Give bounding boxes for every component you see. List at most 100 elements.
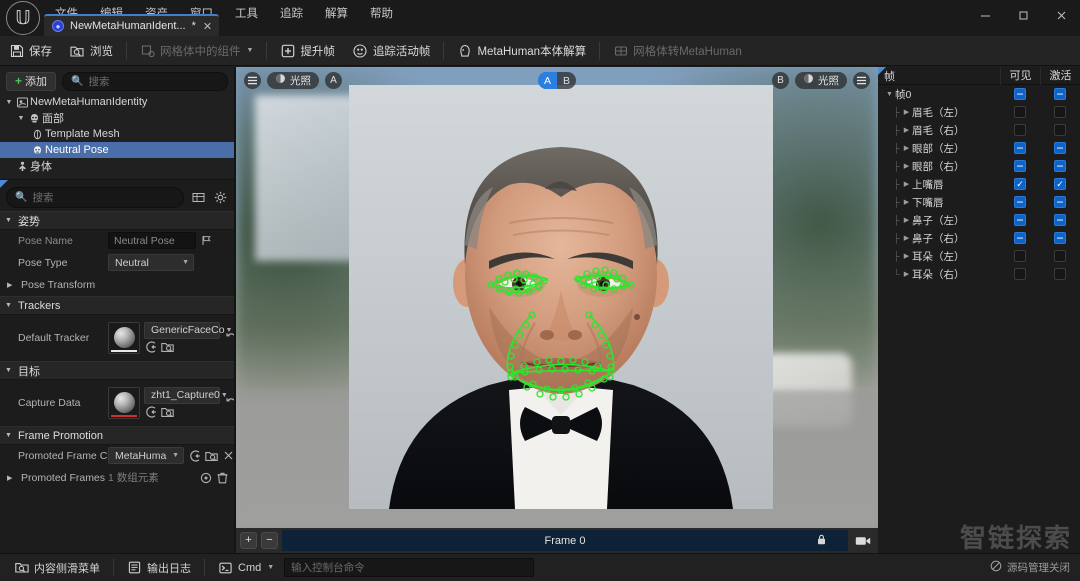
visible-cell[interactable]: ✓ (1000, 178, 1040, 190)
section-header-frame-promotion[interactable]: ▼ Frame Promotion (0, 426, 234, 445)
active-cell[interactable]: − (1040, 88, 1080, 100)
active-cell[interactable] (1040, 268, 1080, 280)
visible-checkbox[interactable]: − (1014, 160, 1026, 172)
active-checkbox[interactable] (1054, 268, 1066, 280)
visible-cell[interactable]: − (1000, 142, 1040, 154)
lighting-toggle-right[interactable]: 光照 (795, 71, 847, 89)
pose-name-field[interactable]: Neutral Pose (108, 232, 196, 249)
toolbar-browse-button[interactable]: 浏览 (61, 39, 122, 63)
section-header-target[interactable]: ▼ 目标 (0, 361, 234, 380)
frames-row-lower-lip[interactable]: ├ ▶ 下嘴唇 − − (878, 193, 1080, 211)
toolbar-metahuman-solve-button[interactable]: MetaHuman本体解算 (448, 39, 595, 63)
expand-arrow-icon[interactable]: ▼ (3, 99, 15, 106)
expand-arrow-icon[interactable]: ▶ (901, 234, 912, 242)
tab-newmetahumanidentity[interactable]: ● NewMetaHumanIdent... * ✕ (44, 14, 220, 36)
active-checkbox[interactable]: − (1054, 88, 1066, 100)
frames-row-frame0[interactable]: ▼ 帧0 − − (878, 85, 1080, 103)
visible-checkbox[interactable] (1014, 268, 1026, 280)
outliner-search-input[interactable]: 🔍 搜索 (62, 71, 228, 91)
zoom-out-button[interactable]: − (261, 532, 278, 549)
ab-view-toggle[interactable]: A B (538, 72, 576, 89)
active-cell[interactable]: − (1040, 160, 1080, 172)
expand-arrow-icon[interactable]: ▶ (901, 252, 912, 260)
frames-row-nose-left[interactable]: ├ ▶ 鼻子（左） − − (878, 211, 1080, 229)
visible-cell[interactable] (1000, 106, 1040, 118)
expand-arrow-icon[interactable]: ▶ (901, 108, 912, 116)
capture-frame-image[interactable] (349, 85, 773, 509)
menu-tracking[interactable]: 追踪 (269, 2, 314, 24)
browse-to-asset-icon[interactable] (161, 406, 174, 419)
source-control-status[interactable]: 源码管理关闭 (990, 560, 1074, 575)
browse-to-asset-icon[interactable] (161, 341, 174, 354)
visible-cell[interactable] (1000, 250, 1040, 262)
section-header-pose[interactable]: ▼ 姿势 (0, 211, 234, 230)
tab-close-icon[interactable]: ✕ (202, 20, 212, 33)
visible-cell[interactable] (1000, 124, 1040, 136)
frames-row-eye-left[interactable]: ├ ▶ 眼部（左） − − (878, 139, 1080, 157)
viewport-view-a-badge[interactable]: A (325, 71, 342, 89)
promoted-frame-class-combobox[interactable]: MetaHuma ▼ (108, 447, 184, 464)
frames-row-upper-lip[interactable]: ├ ▶ 上嘴唇 ✓ ✓ (878, 175, 1080, 193)
section-header-trackers[interactable]: ▼ Trackers (0, 296, 234, 315)
active-cell[interactable]: − (1040, 142, 1080, 154)
active-checkbox[interactable]: ✓ (1054, 178, 1066, 190)
expand-arrow-icon[interactable]: ▶ (901, 216, 912, 224)
expand-arrow-icon[interactable]: ▶ (901, 162, 912, 170)
expand-arrow-icon[interactable]: ▼ (15, 115, 27, 122)
toolbar-components-in-mesh-button[interactable]: 网格体中的组件 ▼ (131, 39, 262, 63)
expand-arrow-icon[interactable]: ▶ (901, 144, 912, 152)
minimize-button[interactable] (966, 0, 1004, 30)
use-selected-asset-icon[interactable] (188, 449, 201, 462)
menu-help[interactable]: 帮助 (359, 2, 404, 24)
viewport-canvas[interactable]: 光照 A B 光照 A B (236, 67, 878, 528)
identity-viewport[interactable]: 光照 A B 光照 A B + − Frame 0 (236, 67, 878, 553)
toolbar-save-button[interactable]: 保存 (0, 39, 61, 63)
face-tracking-contours[interactable] (349, 85, 773, 509)
active-checkbox[interactable] (1054, 106, 1066, 118)
flag-icon[interactable] (200, 234, 213, 247)
expand-arrow-icon[interactable]: ▶ (901, 126, 912, 134)
active-cell[interactable]: − (1040, 214, 1080, 226)
viewport-menu-right-icon[interactable] (853, 71, 870, 89)
active-cell[interactable] (1040, 106, 1080, 118)
frames-row-ear-left[interactable]: ├ ▶ 耳朵（左） (878, 247, 1080, 265)
active-cell[interactable] (1040, 250, 1080, 262)
expand-arrow-icon[interactable]: ▼ (884, 91, 895, 98)
viewport-view-b-badge[interactable]: B (772, 71, 789, 89)
outliner-item-body[interactable]: 身体 (0, 158, 234, 174)
console-command-input[interactable]: 输入控制台命令 (284, 558, 535, 577)
triangle-right-icon[interactable]: ▶ (7, 281, 16, 289)
visible-cell[interactable] (1000, 268, 1040, 280)
maximize-button[interactable] (1004, 0, 1042, 30)
active-checkbox[interactable]: − (1054, 196, 1066, 208)
viewport-menu-left-icon[interactable] (244, 71, 261, 89)
frames-row-eyebrow-right[interactable]: ├ ▶ 眉毛（右） (878, 121, 1080, 139)
ab-toggle-a[interactable]: A (538, 72, 557, 89)
active-checkbox[interactable] (1054, 124, 1066, 136)
add-array-element-icon[interactable] (199, 471, 212, 484)
menu-tools[interactable]: 工具 (224, 2, 269, 24)
expand-arrow-icon[interactable]: ▶ (901, 180, 912, 188)
frame-timeline[interactable]: Frame 0 (282, 530, 848, 551)
visible-checkbox[interactable]: − (1014, 88, 1026, 100)
add-button[interactable]: + 添加 (6, 71, 57, 91)
active-checkbox[interactable]: − (1054, 214, 1066, 226)
content-drawer-button[interactable]: 内容侧滑菜单 (6, 558, 108, 578)
active-checkbox[interactable]: − (1054, 160, 1066, 172)
visible-cell[interactable]: − (1000, 196, 1040, 208)
active-cell[interactable]: − (1040, 196, 1080, 208)
expand-arrow-icon[interactable]: ▶ (901, 198, 912, 206)
outliner-item-newmetahumanidentity[interactable]: ▼ NewMetaHumanIdentity (0, 94, 234, 110)
visible-checkbox[interactable]: − (1014, 214, 1026, 226)
frames-row-ear-right[interactable]: └ ▶ 耳朵（右） (878, 265, 1080, 283)
active-cell[interactable]: − (1040, 232, 1080, 244)
camera-icon[interactable] (852, 530, 874, 551)
delete-array-icon[interactable] (216, 471, 229, 484)
close-button[interactable] (1042, 0, 1080, 30)
details-search-input[interactable]: 🔍 搜索 (6, 186, 184, 208)
visible-checkbox[interactable] (1014, 124, 1026, 136)
default-tracker-thumbnail[interactable] (108, 321, 140, 354)
visible-cell[interactable]: − (1000, 214, 1040, 226)
visible-checkbox[interactable]: − (1014, 232, 1026, 244)
visible-cell[interactable]: − (1000, 88, 1040, 100)
